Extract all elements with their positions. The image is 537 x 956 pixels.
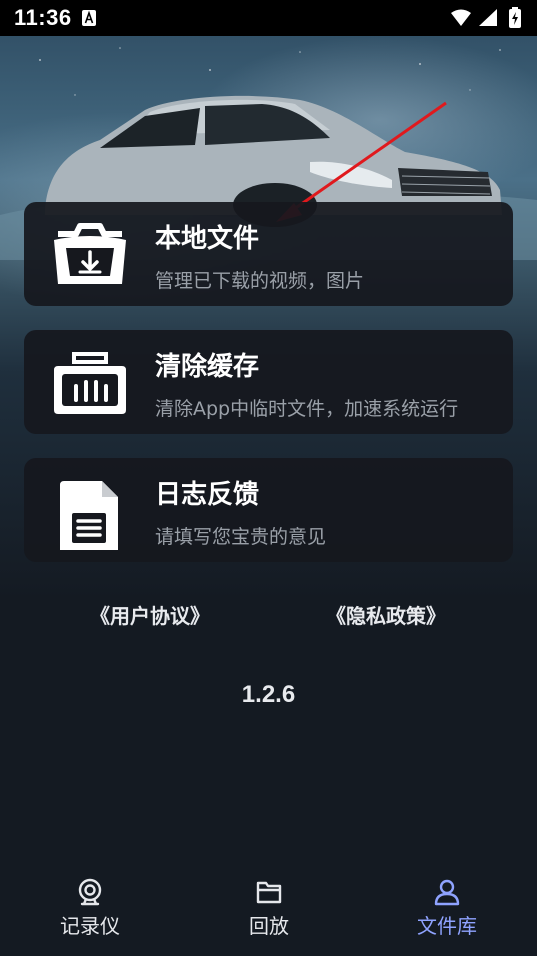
clear-cache-icon xyxy=(54,352,126,414)
nav-label: 回放 xyxy=(249,914,289,938)
folder-icon xyxy=(256,881,282,904)
document-icon xyxy=(60,481,118,550)
nav-item-playback[interactable]: 回放 xyxy=(199,866,339,956)
app-screen: 11:36 本地文件 管理已下载的视频，图片 清除缓存 清除App中临时文件，加… xyxy=(0,0,537,956)
card-subtitle: 请填写您宝贵的意见 xyxy=(155,526,327,548)
status-icons xyxy=(451,7,521,28)
card-title: 日志反馈 xyxy=(155,480,260,510)
bottom-nav: 记录仪 回放 文件库 xyxy=(0,866,537,956)
card-title: 清除缓存 xyxy=(155,352,260,382)
nav-item-recorder[interactable]: 记录仪 xyxy=(20,866,160,956)
folder-download-icon xyxy=(54,223,126,284)
a-notification-icon xyxy=(82,10,96,26)
user-icon xyxy=(434,879,460,906)
user-agreement-link[interactable]: 《用户协议》 xyxy=(90,600,210,629)
local-files-card[interactable]: 本地文件 管理已下载的视频，图片 xyxy=(24,202,513,306)
camera-icon xyxy=(78,878,102,906)
status-bar: 11:36 xyxy=(0,0,537,36)
privacy-policy-link[interactable]: 《隐私政策》 xyxy=(326,600,446,629)
app-version: 1.2.6 xyxy=(241,681,296,708)
clear-cache-card[interactable]: 清除缓存 清除App中临时文件，加速系统运行 xyxy=(24,330,513,434)
nav-item-library[interactable]: 文件库 xyxy=(377,866,517,956)
nav-label: 文件库 xyxy=(417,914,477,938)
card-subtitle: 清除App中临时文件，加速系统运行 xyxy=(155,398,459,420)
log-feedback-card[interactable]: 日志反馈 请填写您宝贵的意见 xyxy=(24,458,513,562)
card-subtitle: 管理已下载的视频，图片 xyxy=(155,270,365,292)
battery-icon xyxy=(509,7,521,28)
status-time: 11:36 xyxy=(14,5,72,30)
nav-label: 记录仪 xyxy=(60,914,120,938)
cellular-signal-icon xyxy=(479,9,497,26)
wifi-icon xyxy=(451,9,471,26)
card-title: 本地文件 xyxy=(155,224,260,254)
